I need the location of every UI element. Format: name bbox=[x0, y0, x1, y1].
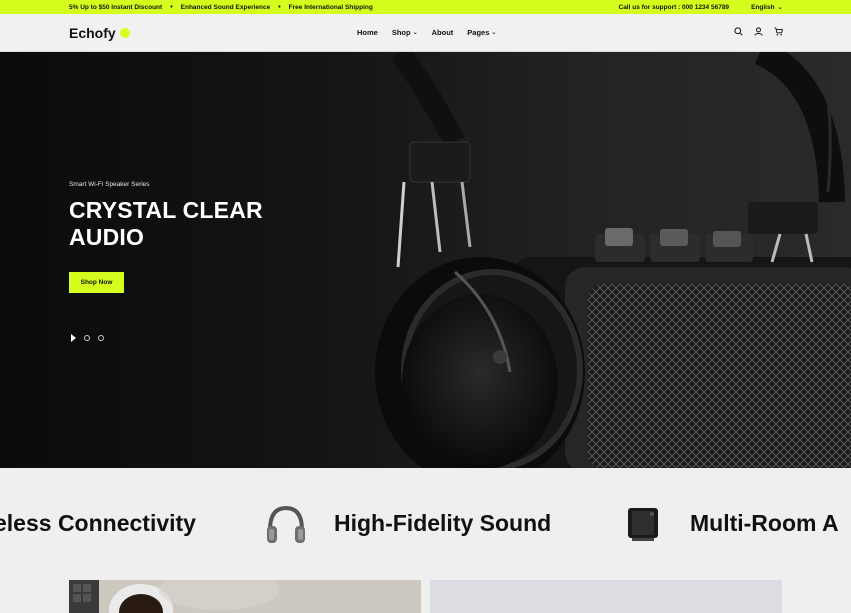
nav-home-label: Home bbox=[357, 28, 378, 37]
logo[interactable]: Echofy bbox=[69, 25, 130, 41]
hero-title: CRYSTAL CLEAR AUDIO bbox=[69, 197, 263, 251]
feature-hifi: High-Fidelity Sound bbox=[334, 510, 552, 536]
announcement-bar: 5% Up to $50 Instant Discount • Enhanced… bbox=[0, 0, 851, 14]
chevron-down-icon: ⌄ bbox=[777, 4, 783, 11]
promo-discount: 5% Up to $50 Instant Discount bbox=[69, 3, 163, 11]
topbar-right: Call us for support : 000 1234 56789 Eng… bbox=[619, 3, 784, 12]
chevron-down-icon: ⌄ bbox=[412, 30, 418, 36]
promo-card-left[interactable] bbox=[69, 580, 421, 613]
site-header: Echofy Home Shop ⌄ About Pages ⌄ bbox=[0, 14, 851, 52]
promo-separator: • bbox=[278, 3, 281, 11]
nav-about-label: About bbox=[431, 28, 454, 37]
nav-home[interactable]: Home bbox=[357, 28, 378, 37]
slide-dot[interactable] bbox=[84, 335, 90, 341]
speaker-icon bbox=[624, 506, 662, 549]
promo-list: 5% Up to $50 Instant Discount • Enhanced… bbox=[69, 4, 373, 11]
search-icon[interactable] bbox=[733, 26, 743, 36]
features-marquee: eless Connectivity High-Fidelity Sound M… bbox=[0, 468, 851, 580]
hero-banner: Smart Wi-Fi Speaker Series CRYSTAL CLEAR… bbox=[0, 52, 851, 468]
user-icon[interactable] bbox=[753, 26, 763, 36]
nav-pages[interactable]: Pages ⌄ bbox=[467, 28, 496, 37]
header-icons bbox=[733, 26, 783, 36]
hero-image bbox=[375, 52, 851, 468]
promo-separator: • bbox=[170, 3, 173, 11]
slide-dot[interactable] bbox=[98, 335, 104, 341]
feature-wireless: eless Connectivity bbox=[0, 510, 196, 536]
main-nav: Home Shop ⌄ About Pages ⌄ bbox=[357, 28, 496, 37]
promo-sound: Enhanced Sound Experience bbox=[180, 3, 271, 11]
logo-text: Echofy bbox=[69, 25, 116, 41]
headphones-icon bbox=[264, 504, 308, 551]
support-phone[interactable]: Call us for support : 000 1234 56789 bbox=[619, 4, 730, 11]
hero-title-line2: AUDIO bbox=[69, 224, 145, 250]
cart-icon[interactable] bbox=[773, 26, 783, 36]
feature-multiroom: Multi-Room A bbox=[690, 510, 839, 536]
language-label: English bbox=[751, 3, 775, 11]
slider-pagination bbox=[71, 334, 104, 342]
promo-shipping: Free International Shipping bbox=[288, 3, 373, 11]
play-icon[interactable] bbox=[71, 334, 76, 342]
hero-subtitle: Smart Wi-Fi Speaker Series bbox=[69, 181, 150, 188]
hero-title-line1: CRYSTAL CLEAR bbox=[69, 197, 263, 223]
nav-about[interactable]: About bbox=[432, 28, 454, 37]
promo-card-right[interactable] bbox=[430, 580, 782, 613]
promo-card-image bbox=[69, 580, 421, 613]
chevron-down-icon: ⌄ bbox=[491, 30, 497, 36]
shop-now-button[interactable]: Shop Now bbox=[69, 272, 124, 293]
nav-shop[interactable]: Shop ⌄ bbox=[392, 28, 418, 37]
nav-shop-label: Shop bbox=[391, 28, 411, 37]
logo-dot-icon bbox=[119, 28, 130, 38]
language-selector[interactable]: English ⌄ bbox=[751, 3, 783, 12]
nav-pages-label: Pages bbox=[467, 28, 490, 37]
